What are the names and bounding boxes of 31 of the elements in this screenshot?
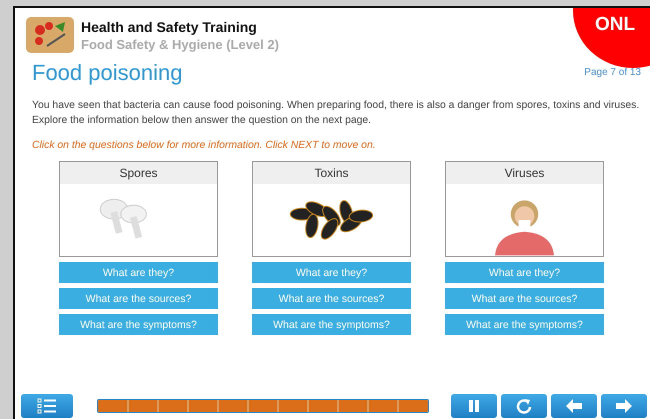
page-counter: Page 7 of 13 bbox=[584, 67, 641, 78]
back-button[interactable] bbox=[551, 394, 597, 418]
question-button[interactable]: What are the symptoms? bbox=[252, 314, 411, 335]
course-subtitle: Food Safety & Hygiene (Level 2) bbox=[81, 36, 279, 52]
list-icon bbox=[37, 398, 57, 414]
replay-button[interactable] bbox=[501, 394, 547, 418]
question-button[interactable]: What are the symptoms? bbox=[59, 314, 218, 335]
pause-icon bbox=[467, 399, 481, 413]
next-button[interactable] bbox=[601, 394, 647, 418]
chopping-board-icon bbox=[25, 16, 75, 54]
question-button[interactable]: What are the sources? bbox=[252, 288, 411, 309]
question-button[interactable]: What are they? bbox=[59, 262, 218, 283]
question-button[interactable]: What are the symptoms? bbox=[445, 314, 604, 335]
page-heading: Food poisoning bbox=[32, 60, 182, 86]
question-button[interactable]: What are the sources? bbox=[445, 288, 604, 309]
question-button[interactable]: What are they? bbox=[445, 262, 604, 283]
intro-text: You have seen that bacteria can cause food poisoning. When preparing food, there is also a danger from spores, toxins and viruses. Explore the information below then answer the question on the next page. bbox=[31, 99, 640, 128]
reload-icon bbox=[516, 398, 532, 414]
card-title: Toxins bbox=[253, 162, 410, 184]
promo-badge: ONL bbox=[573, 8, 650, 68]
left-arrow-icon bbox=[565, 399, 583, 413]
mushrooms-photo bbox=[100, 198, 147, 239]
course-title: Health and Safety Training bbox=[81, 18, 258, 34]
question-button[interactable]: What are they? bbox=[252, 262, 411, 283]
card-title: Viruses bbox=[446, 162, 603, 184]
pause-button[interactable] bbox=[451, 394, 497, 418]
instruction-text: Click on the questions below for more information. Click NEXT to move on. bbox=[31, 139, 377, 151]
right-arrow-icon bbox=[615, 399, 633, 413]
menu-button[interactable] bbox=[21, 394, 73, 418]
card-title: Spores bbox=[60, 162, 217, 184]
question-button[interactable]: What are the sources? bbox=[59, 288, 218, 309]
